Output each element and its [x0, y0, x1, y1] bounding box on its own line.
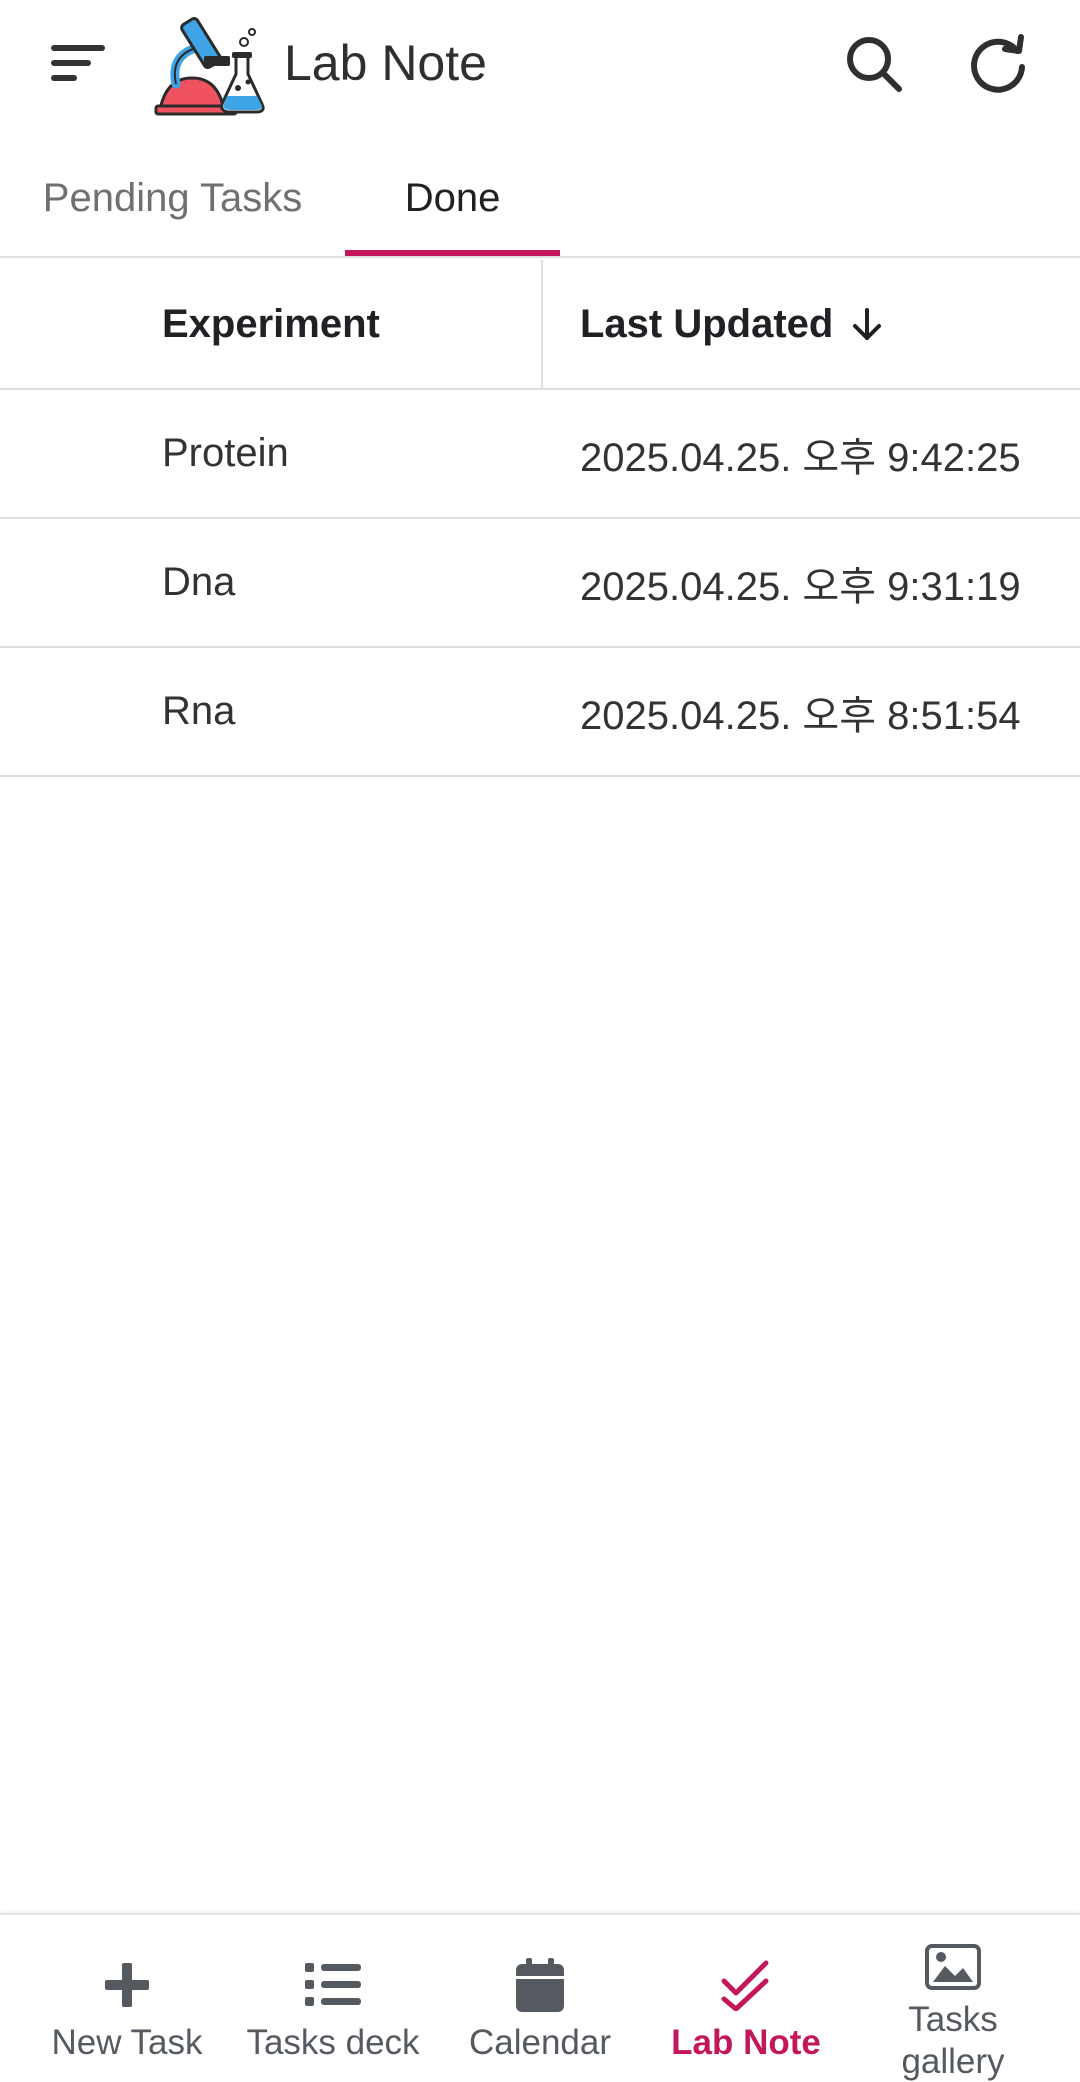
nav-tasks-deck-label: Tasks deck	[246, 2023, 420, 2062]
lab-note-logo	[152, 12, 268, 116]
nav-tasks-deck[interactable]: Tasks deck	[230, 1915, 436, 2082]
active-tab-indicator	[345, 250, 560, 256]
app-root: Lab Note Pending Tasks Done Experiment L…	[0, 0, 1080, 2082]
list-icon	[305, 1963, 361, 2006]
cell-experiment: Protein	[162, 431, 289, 475]
cell-experiment: Dna	[162, 560, 236, 604]
arrow-down-icon	[849, 304, 885, 344]
nav-tasks-gallery[interactable]: Tasks gallery	[850, 1915, 1056, 2082]
app-title: Lab Note	[284, 35, 487, 91]
calendar-icon	[516, 1958, 564, 2012]
image-icon	[925, 1944, 981, 1990]
microscope-icon	[154, 17, 265, 116]
column-header-experiment[interactable]: Experiment	[162, 260, 542, 388]
nav-tasks-gallery-label: Tasks gallery	[901, 2000, 1005, 2081]
tab-pending-tasks[interactable]: Pending Tasks	[20, 140, 325, 256]
cell-last-updated: 2025.04.25. 오후 9:42:25	[580, 435, 1021, 480]
table-row[interactable]: Dna 2025.04.25. 오후 9:31:19	[0, 519, 1080, 648]
column-header-experiment-label: Experiment	[162, 301, 380, 346]
nav-calendar[interactable]: Calendar	[437, 1915, 643, 2082]
table-row[interactable]: Protein 2025.04.25. 오후 9:42:25	[0, 390, 1080, 519]
tab-bar: Pending Tasks Done	[0, 140, 1080, 258]
cell-last-updated: 2025.04.25. 오후 8:51:54	[580, 693, 1021, 738]
done-experiments-table: Experiment Last Updated Protein 2025.04.…	[0, 260, 1080, 777]
table-row[interactable]: Rna 2025.04.25. 오후 8:51:54	[0, 648, 1080, 777]
nav-new-task[interactable]: New Task	[24, 1915, 230, 2082]
sort-menu-button[interactable]	[36, 28, 120, 98]
cell-experiment: Rna	[162, 689, 236, 733]
table-header: Experiment Last Updated	[0, 260, 1080, 390]
refresh-icon	[971, 34, 1025, 93]
nav-new-task-label: New Task	[51, 2023, 203, 2062]
cell-last-updated: 2025.04.25. 오후 9:31:19	[580, 564, 1021, 609]
bottom-navigation: New Task Tasks deck Calendar Lab Note Ta…	[0, 1913, 1080, 2082]
nav-lab-note[interactable]: Lab Note	[643, 1915, 849, 2082]
column-header-last-updated-label: Last Updated	[580, 301, 834, 346]
column-divider	[541, 260, 543, 388]
double-check-icon	[721, 1960, 769, 2011]
column-header-last-updated[interactable]: Last Updated	[580, 260, 1060, 388]
nav-lab-note-label: Lab Note	[671, 2023, 821, 2062]
refresh-button[interactable]	[958, 26, 1038, 102]
top-app-bar: Lab Note	[0, 0, 1080, 126]
search-icon	[847, 37, 902, 92]
nav-calendar-label: Calendar	[468, 2023, 612, 2062]
plus-icon	[105, 1963, 149, 2007]
menu-icon	[51, 45, 105, 81]
search-button[interactable]	[834, 26, 914, 102]
tab-done[interactable]: Done	[345, 140, 560, 256]
